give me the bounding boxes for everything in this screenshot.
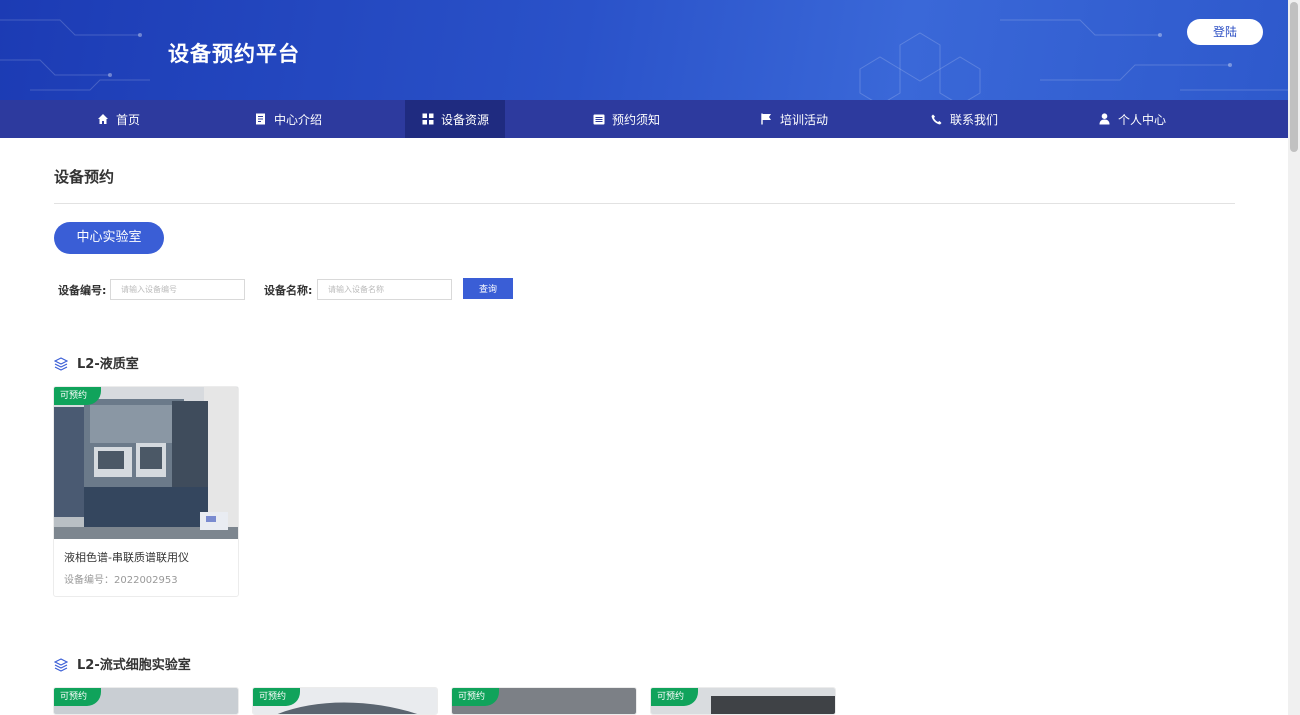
login-button[interactable]: 登陆	[1187, 19, 1263, 45]
status-badge: 可预约	[54, 387, 102, 405]
group-header-lc-ms-room: L2-液质室	[53, 353, 139, 372]
device-photo: 可预约	[253, 688, 437, 714]
device-code-label: 设备编号：	[64, 575, 114, 586]
grid-icon	[421, 112, 435, 126]
device-name-input[interactable]	[317, 279, 452, 300]
list-icon	[592, 112, 606, 126]
nav-item-personal-center[interactable]: 个人中心	[1062, 100, 1202, 138]
phone-icon	[930, 112, 944, 126]
nav-item-label: 个人中心	[1117, 112, 1166, 127]
device-photo: 可预约	[54, 387, 238, 539]
nav-item-booking-notice[interactable]: 预约须知	[556, 100, 696, 138]
device-code-value: 2022002953	[114, 575, 178, 586]
group-name: L2-流式细胞实验室	[77, 658, 191, 673]
nav-item-label: 联系我们	[949, 112, 998, 127]
nav-item-label: 预约须知	[611, 112, 660, 127]
status-badge: 可预约	[253, 688, 301, 706]
device-card[interactable]: 可预约	[451, 687, 637, 715]
device-card[interactable]: 可预约	[252, 687, 438, 715]
nav-item-label: 中心介绍	[273, 112, 322, 127]
device-card[interactable]: 可预约	[650, 687, 836, 715]
site-title: 设备预约平台	[168, 42, 300, 66]
device-card[interactable]: 可预约	[53, 687, 239, 715]
device-code: 设备编号：2022002953	[54, 565, 238, 596]
user-icon	[1098, 112, 1112, 126]
page: 设备预约平台 登陆 首页 中心介绍 设备资源 预约须知 培训活动 联系我们 个人…	[0, 0, 1300, 715]
device-name: 液相色谱-串联质谱联用仪	[64, 551, 189, 564]
document-icon	[254, 112, 268, 126]
device-code-input[interactable]	[110, 279, 245, 300]
status-badge: 可预约	[452, 688, 500, 706]
status-badge: 可预约	[54, 688, 102, 706]
nav-item-label: 首页	[115, 112, 140, 127]
lab-filter-button[interactable]: 中心实验室	[54, 222, 164, 254]
nav-item-training[interactable]: 培训活动	[724, 100, 864, 138]
layers-icon	[53, 657, 69, 672]
layers-icon	[53, 356, 69, 371]
device-code-label: 设备编号:	[58, 284, 107, 297]
device-photo: 可预约	[54, 688, 238, 714]
main-nav: 首页 中心介绍 设备资源 预约须知 培训活动 联系我们 个人中心	[0, 100, 1288, 138]
header-banner: 设备预约平台 登陆	[0, 0, 1288, 100]
group-name: L2-液质室	[77, 357, 139, 372]
scrollbar-thumb[interactable]	[1290, 2, 1298, 152]
device-photo: 可预约	[452, 688, 636, 714]
device-card[interactable]: 可预约 液相色谱-串联质谱联用仪 设备编号：2022002953	[53, 386, 239, 597]
group-header-flow-cytometry-lab: L2-流式细胞实验室	[53, 654, 191, 673]
nav-item-home[interactable]: 首页	[48, 100, 188, 138]
nav-item-contact[interactable]: 联系我们	[894, 100, 1034, 138]
home-icon	[96, 112, 110, 126]
page-title: 设备预约	[54, 168, 115, 186]
device-name-label: 设备名称:	[264, 284, 313, 297]
nav-item-label: 培训活动	[779, 112, 828, 127]
flag-icon	[760, 112, 774, 126]
status-badge: 可预约	[651, 688, 699, 706]
title-divider	[54, 203, 1235, 204]
nav-item-label: 设备资源	[440, 112, 489, 127]
nav-item-center-intro[interactable]: 中心介绍	[218, 100, 358, 138]
query-button[interactable]: 查询	[463, 278, 513, 299]
nav-item-device-resources[interactable]: 设备资源	[405, 100, 505, 138]
device-photo: 可预约	[651, 688, 835, 714]
